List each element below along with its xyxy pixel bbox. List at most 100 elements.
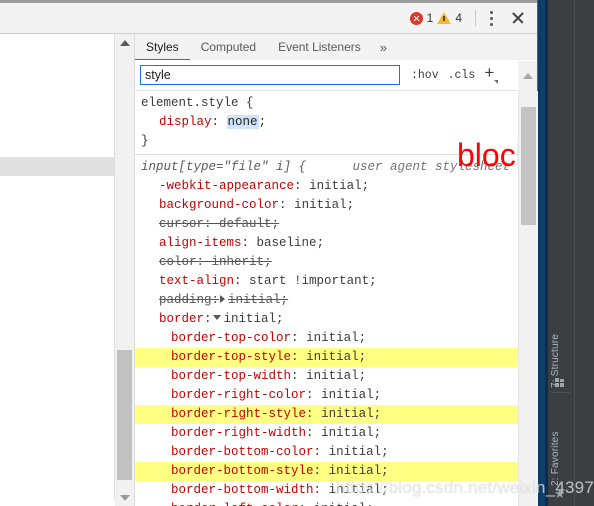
css-property-name[interactable]: padding [159, 293, 212, 307]
ide-tool-tab-structure[interactable]: 7: Structure [550, 292, 570, 388]
css-colon: : [241, 236, 250, 250]
dom-tree-selected-row[interactable] [0, 157, 114, 176]
chevron-down-icon[interactable] [212, 315, 221, 321]
css-declaration[interactable]: -webkit-appearance: initial; [135, 177, 518, 196]
css-declaration[interactable]: border-bottom-style: initial; [135, 462, 518, 481]
css-rule-selector[interactable]: element.style { [135, 94, 518, 113]
scrollbar-down-arrow-icon[interactable] [115, 489, 134, 506]
scrollbar-up-arrow-icon[interactable] [115, 34, 134, 51]
css-property-value[interactable]: initial [306, 369, 359, 383]
css-declaration[interactable]: border: initial; [135, 310, 518, 329]
styles-filter-input[interactable] [140, 65, 400, 85]
css-property-name[interactable]: border-top-width [171, 369, 291, 383]
ide-tool-tab-favorites[interactable]: 2: Favorites [550, 398, 570, 486]
css-declaration[interactable]: border-right-style: initial; [135, 405, 518, 424]
styles-scrollbar-up-arrow-icon[interactable] [518, 61, 537, 91]
css-property-value[interactable]: initial [321, 388, 374, 402]
css-property-value[interactable]: initial [329, 464, 382, 478]
tab-overflow-label: » [379, 39, 388, 55]
css-property-name[interactable]: color [159, 255, 197, 269]
css-declaration[interactable]: border-left-color: initial; [135, 500, 518, 506]
tab-event-listeners[interactable]: Event Listeners [267, 34, 372, 60]
styles-pane-scrollbar[interactable] [518, 91, 538, 506]
css-property-name[interactable]: background-color [159, 198, 279, 212]
css-semicolon: ; [361, 179, 370, 193]
css-property-value[interactable]: initial [306, 331, 359, 345]
css-property-name[interactable]: border-right-style [171, 407, 306, 421]
css-declaration[interactable]: border-right-color: initial; [135, 386, 518, 405]
scrollbar-thumb[interactable] [117, 350, 132, 480]
css-property-name[interactable]: display [159, 115, 212, 129]
css-declaration[interactable]: border-bottom-color: initial; [135, 443, 518, 462]
css-declaration[interactable]: display: none; [135, 113, 518, 132]
css-property-value[interactable]: initial [329, 445, 382, 459]
new-style-rule-button[interactable]: + [484, 66, 499, 84]
tab-computed-label: Computed [200, 40, 257, 54]
css-property-name[interactable]: border-left-color [171, 502, 299, 506]
css-declaration[interactable]: border-top-width: initial; [135, 367, 518, 386]
css-property-value[interactable]: baseline [257, 236, 317, 250]
kebab-menu-icon[interactable] [481, 7, 501, 29]
css-property-value[interactable]: initial [306, 350, 359, 364]
css-property-value[interactable]: initial [309, 179, 362, 193]
css-property-name[interactable]: border-top-color [171, 331, 291, 345]
css-space [242, 274, 250, 288]
styles-rules-list[interactable]: element.style {display: none;} input[type… [135, 91, 518, 506]
css-property-value[interactable]: initial [329, 483, 382, 497]
toggle-element-state-button[interactable]: :hov [411, 69, 439, 82]
css-property-name[interactable]: -webkit-appearance [159, 179, 294, 193]
css-semicolon: ; [316, 236, 325, 250]
css-rule-block[interactable]: element.style {display: none;} [135, 91, 518, 155]
css-property-name[interactable]: border-bottom-style [171, 464, 314, 478]
css-property-name[interactable]: border-right-width [171, 426, 306, 440]
tab-styles[interactable]: Styles [135, 34, 190, 61]
css-space [321, 483, 329, 497]
tab-overflow-icon[interactable]: » [372, 34, 395, 60]
css-property-name[interactable]: border-bottom-width [171, 483, 314, 497]
css-property-value[interactable]: initial [294, 198, 347, 212]
css-property-value[interactable]: initial [321, 407, 374, 421]
css-property-value[interactable]: initial [224, 312, 277, 326]
element-classes-button[interactable]: .cls [448, 69, 476, 82]
css-rule-block[interactable]: input[type="file" i] {user agent stylesh… [135, 155, 518, 506]
css-declaration[interactable]: cursor: default; [135, 215, 518, 234]
dom-pane-scrollbar[interactable] [115, 34, 135, 506]
css-property-value[interactable]: initial [228, 293, 281, 307]
styles-scrollbar-thumb[interactable] [521, 107, 536, 225]
structure-icon [555, 378, 564, 387]
css-declaration[interactable]: border-bottom-width: initial; [135, 481, 518, 500]
css-semicolon: ; [366, 502, 374, 506]
css-property-name[interactable]: border [159, 312, 204, 326]
css-property-value[interactable]: initial [321, 426, 374, 440]
css-declaration[interactable]: padding: initial; [135, 291, 518, 310]
css-selector-text: input[type="file" i] { [141, 160, 307, 174]
css-property-name[interactable]: border-top-style [171, 350, 291, 364]
chevron-right-icon[interactable] [220, 295, 226, 304]
css-declaration[interactable]: text-align: start !important; [135, 272, 518, 291]
css-property-name[interactable]: align-items [159, 236, 242, 250]
tab-computed[interactable]: Computed [190, 34, 267, 60]
css-declaration[interactable]: color: inherit; [135, 253, 518, 272]
css-declaration[interactable]: border-right-width: initial; [135, 424, 518, 443]
css-declaration[interactable]: background-color: initial; [135, 196, 518, 215]
css-property-value[interactable]: start !important [249, 274, 369, 288]
css-semicolon: ; [358, 350, 367, 364]
css-property-value[interactable]: inherit [212, 255, 265, 269]
css-property-value[interactable]: default [219, 217, 272, 231]
css-rule-selector[interactable]: input[type="file" i] {user agent stylesh… [135, 158, 518, 177]
tab-styles-label: Styles [146, 40, 179, 54]
close-icon[interactable] [505, 6, 531, 30]
css-declaration[interactable]: border-top-color: initial; [135, 329, 518, 348]
css-property-value[interactable]: initial [314, 502, 367, 506]
css-property-name[interactable]: cursor [159, 217, 204, 231]
css-property-value[interactable]: none [226, 115, 259, 129]
console-issue-badges[interactable]: 1 4 [409, 11, 470, 25]
css-property-name[interactable]: text-align [159, 274, 234, 288]
css-semicolon: ; [258, 115, 267, 129]
dom-tree-pane[interactable] [0, 34, 115, 500]
css-property-name[interactable]: border-right-color [171, 388, 306, 402]
css-declaration[interactable]: align-items: baseline; [135, 234, 518, 253]
css-property-name[interactable]: border-bottom-color [171, 445, 314, 459]
css-declaration[interactable]: border-top-style: initial; [135, 348, 518, 367]
css-space [299, 369, 307, 383]
